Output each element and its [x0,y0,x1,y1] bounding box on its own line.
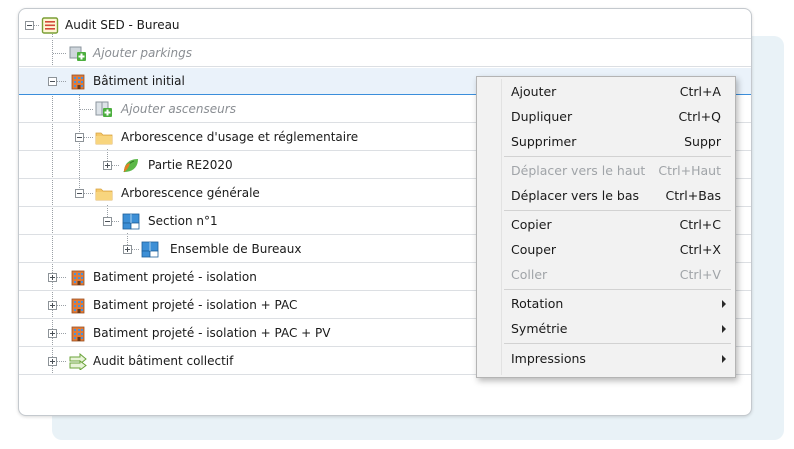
menu-shortcut: Ctrl+Haut [658,163,721,178]
tree-label-projete-isolation: Batiment projeté - isolation [93,270,257,284]
menu-label: Supprimer [511,134,577,149]
menu-item-impressions[interactable]: Impressions [477,346,735,371]
menu-item-supprimer[interactable]: Supprimer Suppr [477,129,735,154]
collapse-toggle[interactable] [75,133,84,142]
tree-label-section: Section n°1 [148,214,218,228]
expand-toggle[interactable] [48,273,57,282]
menu-label: Copier [511,217,552,232]
menu-item-deplacer-haut[interactable]: Déplacer vers le haut Ctrl+Haut [477,158,735,183]
menu-separator [504,343,731,344]
audit-document-icon [41,17,59,34]
menu-item-copier[interactable]: Copier Ctrl+C [477,212,735,237]
menu-item-coller[interactable]: Coller Ctrl+V [477,262,735,287]
tree-label-ensemble-bureaux: Ensemble de Bureaux [170,242,302,256]
menu-item-symetrie[interactable]: Symétrie [477,316,735,341]
tree-label-add-elevators: Ajouter ascenseurs [121,102,236,116]
menu-shortcut: Ctrl+C [679,217,721,232]
menu-shortcut: Ctrl+V [679,267,721,282]
collapse-toggle[interactable] [25,21,34,30]
building-icon [71,326,85,342]
tree-label-audit-collectif: Audit bâtiment collectif [93,354,234,368]
folder-icon [95,188,113,201]
context-menu: Ajouter Ctrl+A Dupliquer Ctrl+Q Supprime… [476,76,736,378]
green-arrow-icon [69,353,87,370]
menu-shortcut: Ctrl+X [679,242,721,257]
menu-label: Ajouter [511,84,557,99]
collapse-toggle[interactable] [75,189,84,198]
collapse-toggle[interactable] [48,77,57,86]
expand-toggle[interactable] [48,301,57,310]
re2020-leaf-icon [123,159,138,173]
menu-label: Déplacer vers le bas [511,188,640,203]
menu-separator [504,156,731,157]
building-icon [71,270,85,286]
menu-label: Impressions [511,351,586,366]
menu-shortcut: Ctrl+Q [678,109,721,124]
section-blocks-icon [141,241,159,258]
submenu-arrow-icon [722,325,726,333]
tree-row-add-parking[interactable]: Ajouter parkings [19,40,751,67]
menu-separator [504,289,731,290]
building-icon [71,298,85,314]
tree-row-root[interactable]: Audit SED - Bureau [19,12,751,39]
menu-label: Symétrie [511,321,568,336]
menu-item-rotation[interactable]: Rotation [477,291,735,316]
menu-item-couper[interactable]: Couper Ctrl+X [477,237,735,262]
tree-label-root: Audit SED - Bureau [65,18,180,32]
tree-label-batiment-initial: Bâtiment initial [93,74,185,88]
menu-label: Rotation [511,296,564,311]
tree-label-projete-isolation-pac-pv: Batiment projeté - isolation + PAC + PV [93,326,331,340]
expand-toggle[interactable] [103,161,112,170]
expand-toggle[interactable] [48,329,57,338]
submenu-arrow-icon [722,355,726,363]
menu-shortcut: Suppr [684,134,721,149]
menu-item-deplacer-bas[interactable]: Déplacer vers le bas Ctrl+Bas [477,183,735,208]
tree-label-arborescence-generale: Arborescence générale [121,186,260,200]
expand-toggle[interactable] [123,245,132,254]
menu-label: Dupliquer [511,109,573,124]
menu-label: Déplacer vers le haut [511,163,646,178]
menu-item-ajouter[interactable]: Ajouter Ctrl+A [477,79,735,104]
tree-label-partie-re2020: Partie RE2020 [148,158,233,172]
collapse-toggle[interactable] [103,217,112,226]
add-elevator-icon [95,101,112,117]
building-icon [71,74,85,90]
menu-item-dupliquer[interactable]: Dupliquer Ctrl+Q [477,104,735,129]
tree-label-arborescence-usage: Arborescence d'usage et réglementaire [121,130,359,144]
menu-separator [504,210,731,211]
folder-icon [95,132,113,145]
tree-label-projete-isolation-pac: Batiment projeté - isolation + PAC [93,298,298,312]
expand-toggle[interactable] [48,357,57,366]
add-parking-icon [69,46,86,61]
menu-label: Coller [511,267,548,282]
submenu-arrow-icon [722,300,726,308]
menu-shortcut: Ctrl+Bas [665,188,721,203]
menu-shortcut: Ctrl+A [679,84,721,99]
tree-label-add-parking: Ajouter parkings [93,46,192,60]
section-blocks-icon [122,213,140,230]
menu-label: Couper [511,242,557,257]
